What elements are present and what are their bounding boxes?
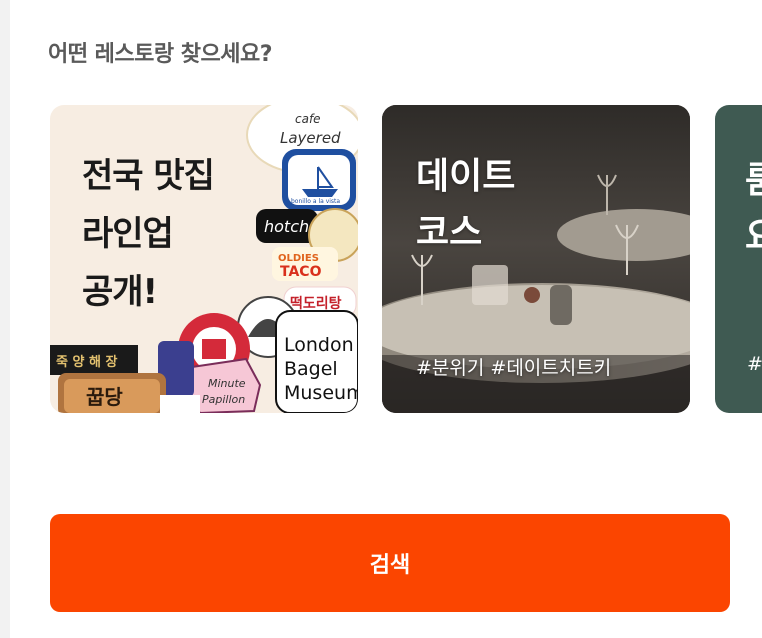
sticker-oldies-text: OLDIES [278, 253, 319, 264]
card-title-line: 전국 맛집 [82, 156, 215, 196]
sticker-cafe-text: cafe [295, 112, 321, 126]
sticker-minute-text: Minute [208, 377, 246, 390]
search-button[interactable]: 검색 [50, 514, 730, 612]
card-title-line: 라인업 [82, 214, 174, 254]
sticker-bagel-text: Bagel [284, 358, 338, 380]
sticker-papillon-text: Papillon [202, 393, 245, 406]
sticker-kkupdang-text: 꿉당 [86, 385, 123, 409]
sticker-london-text: London [284, 334, 354, 356]
card-nationwide-lineup[interactable]: cafe Layered bonillo a la vista hotch OL… [50, 105, 358, 413]
section-heading: 어떤 레스토랑 찾으세요? [48, 42, 272, 67]
card-title-line: 데이트 [416, 156, 516, 197]
sticker-bonillo-text: bonillo a la vista [291, 198, 340, 205]
sticker-layered-text: Layered [280, 129, 341, 147]
sticker-tteokdoritang-text: 떡도리탕 [290, 295, 342, 312]
sticker-taco-text: TACO [280, 264, 322, 280]
card-title-line: 공개! [82, 272, 158, 312]
card-title: 전국 맛집 라인업 공개! [82, 147, 215, 321]
sticker-museum-text: Museum [284, 382, 358, 404]
card-title: 데이트 코스 [416, 149, 515, 261]
card-tags: # [747, 353, 762, 375]
card-tags: #분위기 #데이트치트키 [416, 357, 612, 379]
card-date-course[interactable]: 데이트 코스 #분위기 #데이트치트키 [382, 105, 690, 413]
sticker-jukyang-text: 죽 양 해 장 [56, 354, 117, 370]
category-carousel[interactable]: cafe Layered bonillo a la vista hotch OL… [50, 105, 762, 413]
card-title: 룸 요 [745, 153, 762, 265]
card-title-line: 코스 [416, 212, 483, 253]
card-room[interactable]: 룸 요 # [715, 105, 762, 413]
sticker-hotch-text: hotch [264, 217, 309, 236]
card-title-line: 룸 [745, 160, 762, 201]
card-title-line: 요 [745, 216, 762, 257]
